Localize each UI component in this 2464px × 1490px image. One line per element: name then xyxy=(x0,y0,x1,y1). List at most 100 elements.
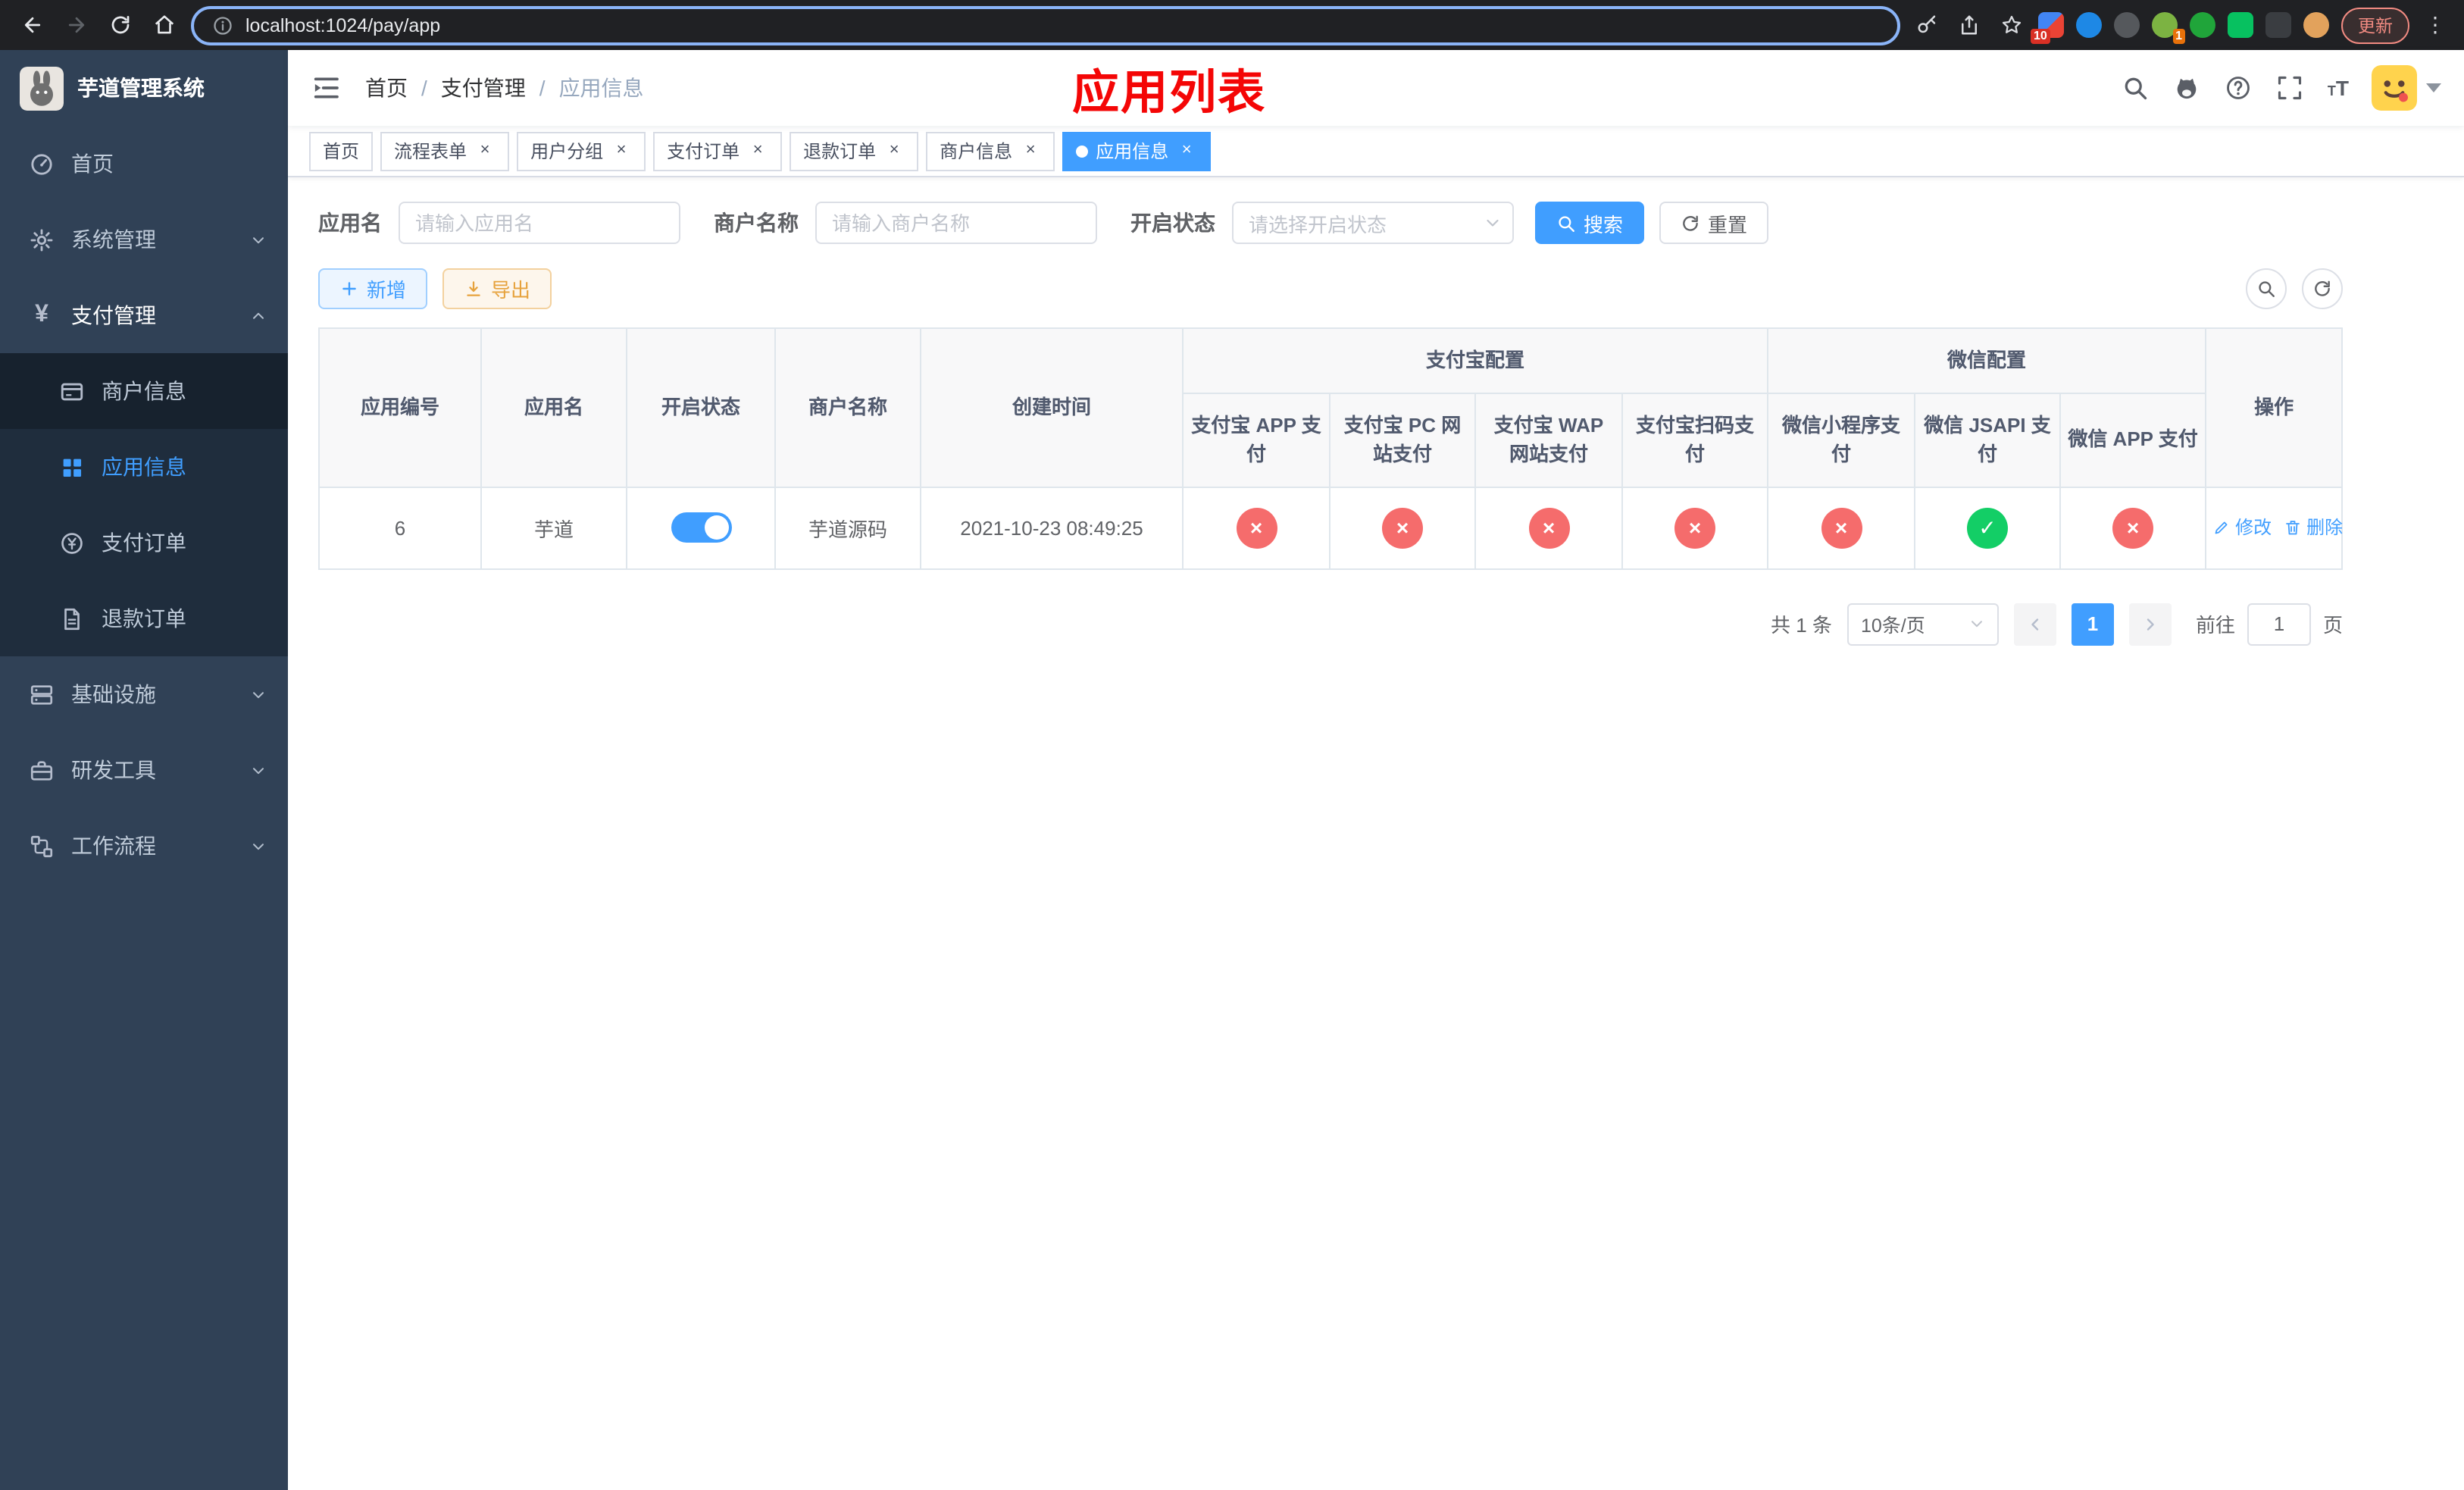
col-alipay-pc: 支付宝 PC 网站支付 xyxy=(1329,392,1476,487)
reset-button[interactable]: 重置 xyxy=(1659,202,1769,244)
tab-label: 支付订单 xyxy=(667,141,740,162)
status-select[interactable]: 请选择开启状态 xyxy=(1232,202,1514,244)
cell-merchant: 芋道源码 xyxy=(774,486,921,569)
search-button[interactable]: 搜索 xyxy=(1535,202,1645,244)
navbar-actions: TT xyxy=(2122,65,2441,111)
prev-page-button[interactable] xyxy=(2013,603,2056,645)
refresh-table-button[interactable] xyxy=(2302,268,2343,309)
browser-menu-icon[interactable]: ⋮ xyxy=(2422,12,2449,38)
merchant-name-input[interactable] xyxy=(815,202,1097,244)
password-key-icon[interactable] xyxy=(1911,10,1941,40)
font-size-icon[interactable]: TT xyxy=(2328,76,2349,100)
app-name-input[interactable] xyxy=(399,202,680,244)
browser-refresh-button[interactable] xyxy=(103,8,136,42)
sidebar-item-home[interactable]: 首页 xyxy=(0,126,288,202)
fullscreen-icon[interactable] xyxy=(2276,74,2305,102)
sidebar-item-app-info[interactable]: 应用信息 xyxy=(0,429,288,505)
merchant-name-label: 商户名称 xyxy=(714,211,799,235)
sidebar-item-merchant-info[interactable]: 商户信息 xyxy=(0,353,288,429)
tab-home[interactable]: 首页 xyxy=(309,131,374,171)
address-bar[interactable]: localhost:1024/pay/app xyxy=(191,5,1900,45)
close-icon[interactable]: × xyxy=(611,140,632,161)
user-avatar-menu[interactable] xyxy=(2372,65,2441,111)
tab-refund-orders[interactable]: 退款订单 × xyxy=(790,131,919,171)
browser-home-button[interactable] xyxy=(147,8,180,42)
payment-submenu: 商户信息 应用信息 支付订单 退款订单 xyxy=(0,353,288,656)
sidebar-item-infrastructure[interactable]: 基础设施 xyxy=(0,656,288,732)
sidebar-item-dev-tools[interactable]: 研发工具 xyxy=(0,732,288,808)
sidebar-item-refund-orders[interactable]: 退款订单 xyxy=(0,581,288,656)
back-icon xyxy=(20,14,43,36)
sidebar-collapse-icon[interactable] xyxy=(311,73,341,103)
tab-user-group[interactable]: 用户分组 × xyxy=(517,131,646,171)
sidebar-item-system[interactable]: 系统管理 xyxy=(0,202,288,277)
tab-app-info[interactable]: 应用信息 × xyxy=(1062,131,1212,171)
browser-update-button[interactable]: 更新 xyxy=(2341,7,2409,43)
breadcrumb-home[interactable]: 首页 xyxy=(365,73,408,103)
extension-icon-2[interactable] xyxy=(2076,12,2102,38)
tab-payment-orders[interactable]: 支付订单 × xyxy=(653,131,783,171)
page-size-select[interactable]: 10条/页 xyxy=(1846,603,1999,645)
sidebar-item-payment[interactable]: ¥ 支付管理 xyxy=(0,277,288,353)
close-icon[interactable]: × xyxy=(747,140,768,161)
sidebar-item-payment-orders[interactable]: 支付订单 xyxy=(0,505,288,581)
sidebar-item-workflow[interactable]: 工作流程 xyxy=(0,808,288,884)
active-dot xyxy=(1076,145,1089,157)
share-icon[interactable] xyxy=(1953,10,1984,40)
help-icon[interactable] xyxy=(2225,74,2253,102)
export-button[interactable]: 导出 xyxy=(442,268,552,309)
cell-wechat-jsapi: ✓ xyxy=(1914,486,2062,569)
chevron-up-icon xyxy=(250,307,267,324)
close-icon[interactable]: × xyxy=(1176,140,1197,161)
toggle-search-button[interactable] xyxy=(2246,268,2287,309)
page-1-button[interactable]: 1 xyxy=(2071,603,2114,645)
home-icon xyxy=(152,14,175,36)
app-title: 芋道管理系统 xyxy=(77,76,205,100)
status-badge: × xyxy=(2112,507,2154,548)
extension-icon-5[interactable] xyxy=(2190,12,2215,38)
delete-button[interactable]: 删除 xyxy=(2284,515,2343,540)
sidebar-logo[interactable]: 芋道管理系统 xyxy=(0,50,288,126)
col-app-id: 应用编号 xyxy=(318,327,482,487)
dashboard-icon xyxy=(29,151,55,177)
col-app-name: 应用名 xyxy=(480,327,627,487)
server-icon xyxy=(29,681,55,707)
site-info-icon[interactable] xyxy=(212,14,233,36)
col-wechat-mini: 微信小程序支付 xyxy=(1767,392,1916,487)
cell-created: 2021-10-23 08:49:25 xyxy=(920,486,1184,569)
add-button[interactable]: 新增 xyxy=(318,268,428,309)
extension-icon-3[interactable] xyxy=(2114,12,2140,38)
status-switch[interactable] xyxy=(671,512,731,543)
github-icon[interactable] xyxy=(2173,74,2202,102)
extension-icon-1[interactable]: 10 xyxy=(2031,12,2064,44)
browser-back-button[interactable] xyxy=(15,8,48,42)
chevron-down-icon xyxy=(250,686,267,703)
bookmark-star-icon[interactable] xyxy=(1996,10,2026,40)
goto-page-input[interactable] xyxy=(2247,603,2311,645)
extension-icon-6[interactable] xyxy=(2228,12,2253,38)
browser-forward-button[interactable] xyxy=(59,8,92,42)
next-page-button[interactable] xyxy=(2128,603,2172,645)
edit-button[interactable]: 修改 xyxy=(2212,515,2272,540)
tab-merchant-info[interactable]: 商户信息 × xyxy=(926,131,1055,171)
search-icon[interactable] xyxy=(2122,74,2150,102)
pagination: 共 1 条 10条/页 1 前往 页 xyxy=(318,603,2343,645)
app-table: 应用编号 应用名 开启状态 商户名称 创建时间 支付宝配置 微信配置 操作 支付… xyxy=(318,327,2343,569)
tab-process-form[interactable]: 流程表单 × xyxy=(380,131,510,171)
close-icon[interactable]: × xyxy=(474,140,496,161)
refresh-icon xyxy=(1681,213,1700,233)
app-name-label: 应用名 xyxy=(318,211,382,235)
status-badge: ✓ xyxy=(1967,507,2009,548)
profile-avatar-icon[interactable] xyxy=(2303,12,2329,38)
close-icon[interactable]: × xyxy=(1020,140,1041,161)
sidebar-item-label: 支付管理 xyxy=(71,303,156,327)
pagination-total: 共 1 条 xyxy=(1771,614,1832,637)
col-created: 创建时间 xyxy=(920,327,1184,487)
col-merchant: 商户名称 xyxy=(774,327,921,487)
sidebar-item-label: 首页 xyxy=(71,152,114,176)
extension-icon-4[interactable]: 1 xyxy=(2152,12,2185,44)
close-icon[interactable]: × xyxy=(883,140,905,161)
extensions-puzzle-icon[interactable] xyxy=(2265,12,2291,38)
tab-label: 首页 xyxy=(323,141,360,162)
breadcrumb-payment[interactable]: 支付管理 xyxy=(441,73,526,103)
